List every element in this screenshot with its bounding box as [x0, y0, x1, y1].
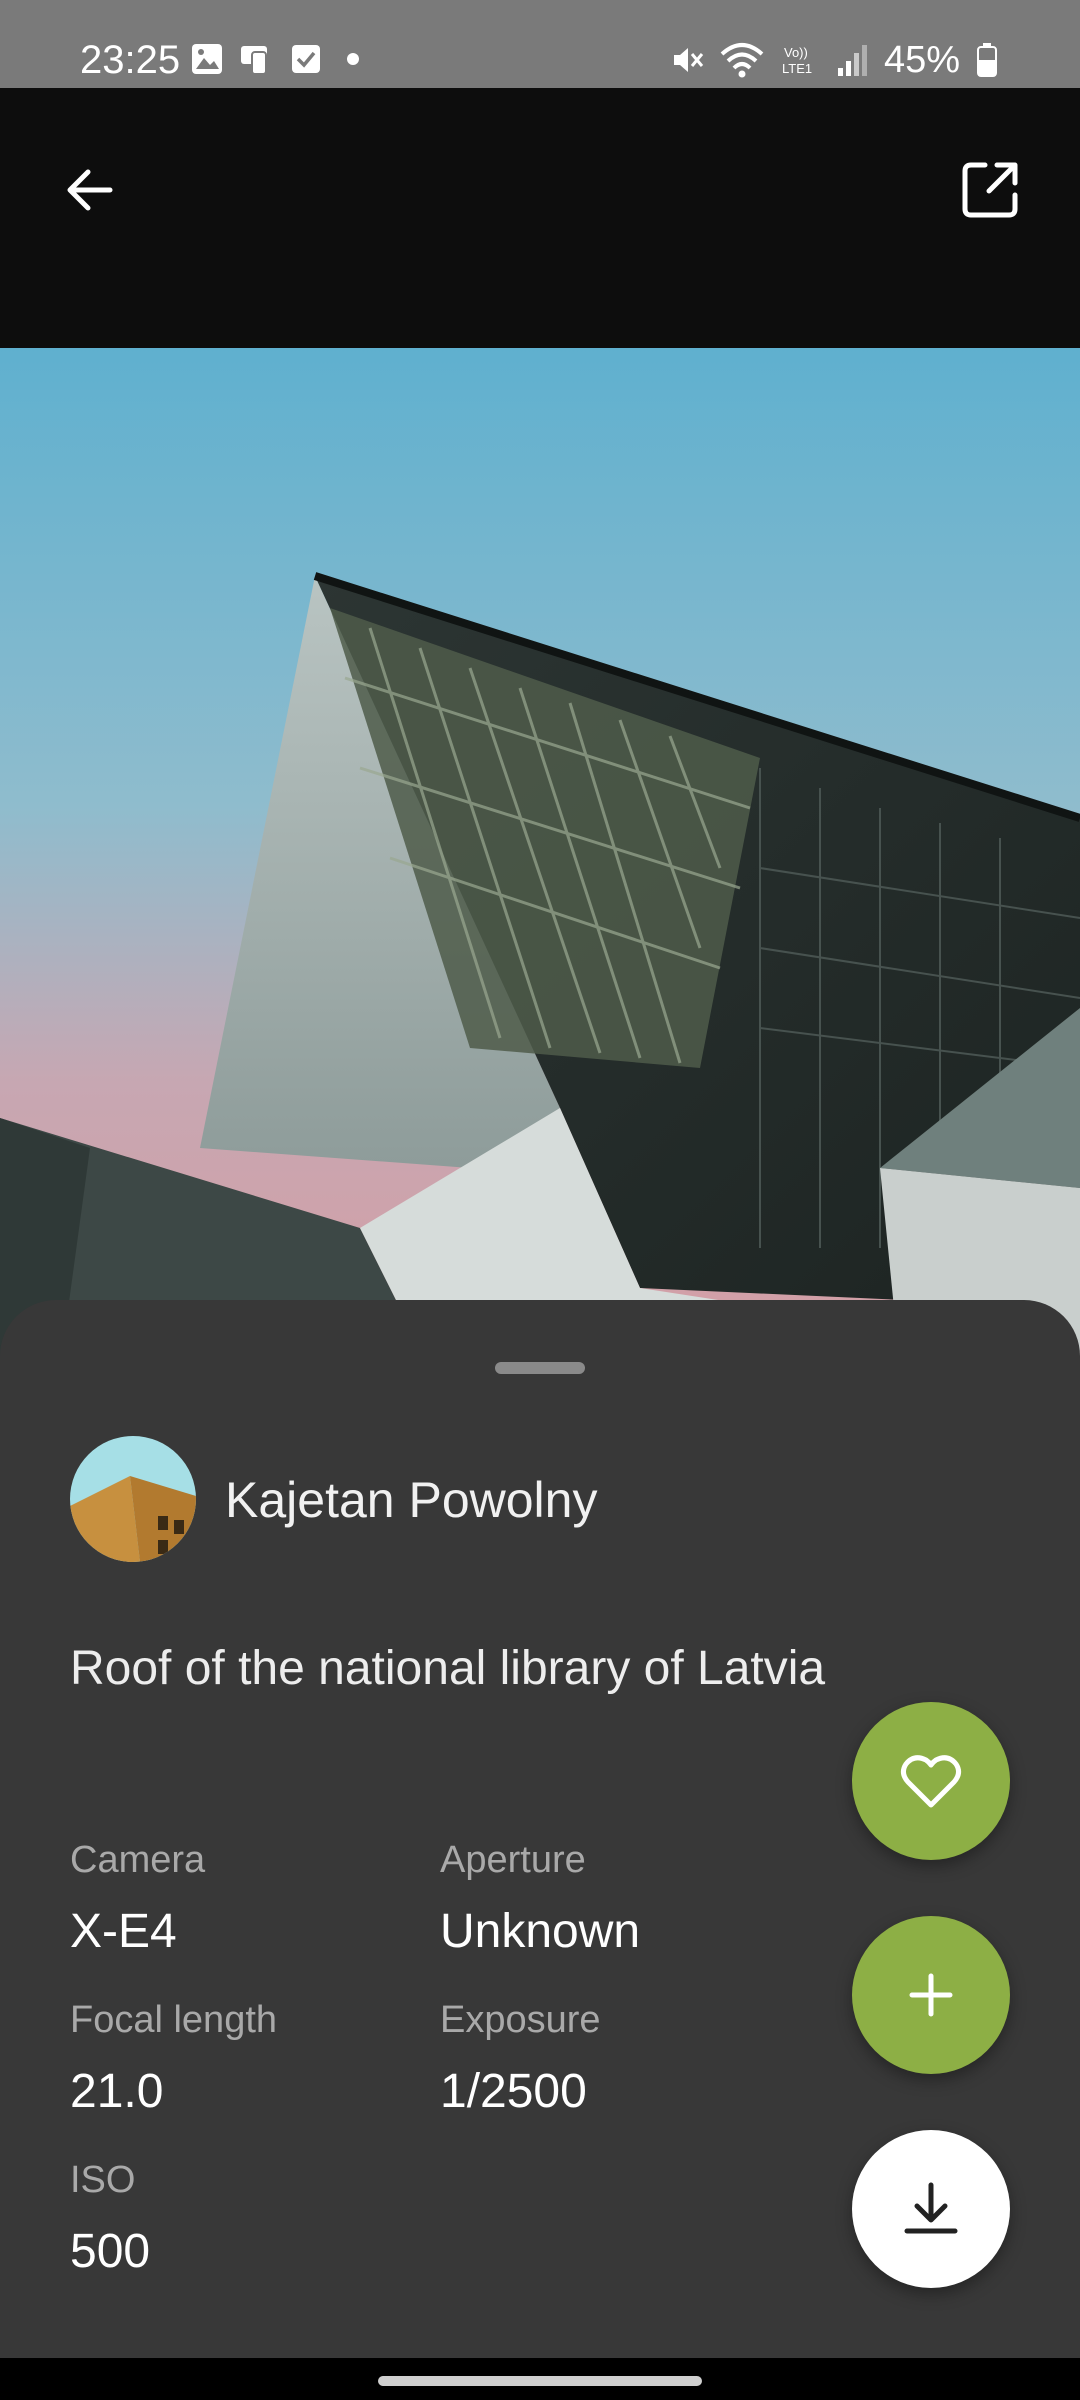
signal-icon [837, 45, 867, 76]
back-button[interactable] [50, 150, 130, 230]
author-name[interactable]: Kajetan Powolny [225, 1472, 597, 1528]
photo-title: Roof of the national library of Latvia [70, 1642, 826, 1695]
wifi-icon [720, 43, 764, 78]
svg-text:LTE1: LTE1 [782, 61, 812, 76]
iso-value: 500 [70, 2225, 151, 2278]
camera-value: X-E4 [70, 1905, 177, 1958]
svg-text:Vo)): Vo)) [784, 45, 808, 60]
volte-icon: Vo)) LTE1 [782, 45, 812, 76]
building-photo [0, 348, 1080, 1368]
download-button[interactable] [852, 2130, 1010, 2288]
avatar-image [70, 1436, 196, 1562]
top-app-bar [0, 88, 1080, 348]
exposure-label: Exposure [440, 1999, 601, 2041]
camera-label: Camera [70, 1839, 206, 1881]
aperture-value: Unknown [440, 1905, 641, 1958]
exposure-value: 1/2500 [440, 2065, 587, 2118]
download-icon [904, 2182, 958, 2234]
battery-icon [977, 43, 997, 77]
iso-label: ISO [70, 2159, 136, 2201]
open-external-icon [962, 162, 1018, 218]
focal-length-value: 21.0 [70, 2065, 164, 2118]
status-bar: 23:25 Vo)) LTE1 45% [0, 0, 1080, 88]
plus-icon [909, 1973, 953, 2017]
status-icons-right: Vo)) LTE1 45% [668, 38, 998, 82]
gallery-icon [192, 44, 222, 74]
drag-handle[interactable] [495, 1362, 585, 1374]
dot-icon [347, 53, 359, 65]
open-external-button[interactable] [950, 150, 1030, 230]
status-icons-left [190, 42, 370, 76]
system-nav-bar [0, 2358, 1080, 2400]
focal-length-label: Focal length [70, 1999, 278, 2041]
aperture-label: Aperture [440, 1839, 586, 1881]
checkbox-icon [292, 45, 320, 73]
avatar[interactable] [70, 1436, 196, 1562]
mute-icon [673, 48, 704, 72]
battery-percent: 45% [883, 39, 960, 81]
add-to-collection-button[interactable] [852, 1916, 1010, 2074]
details-sheet: Kajetan Powolny Roof of the national lib… [0, 1300, 1080, 2358]
device-icon [241, 46, 267, 75]
home-gesture-handle[interactable] [378, 2376, 702, 2386]
photo-image[interactable] [0, 348, 1080, 1368]
status-time: 23:25 [80, 38, 181, 82]
heart-outline-icon [900, 1755, 962, 1808]
arrow-left-icon [67, 169, 113, 211]
like-button[interactable] [852, 1702, 1010, 1860]
